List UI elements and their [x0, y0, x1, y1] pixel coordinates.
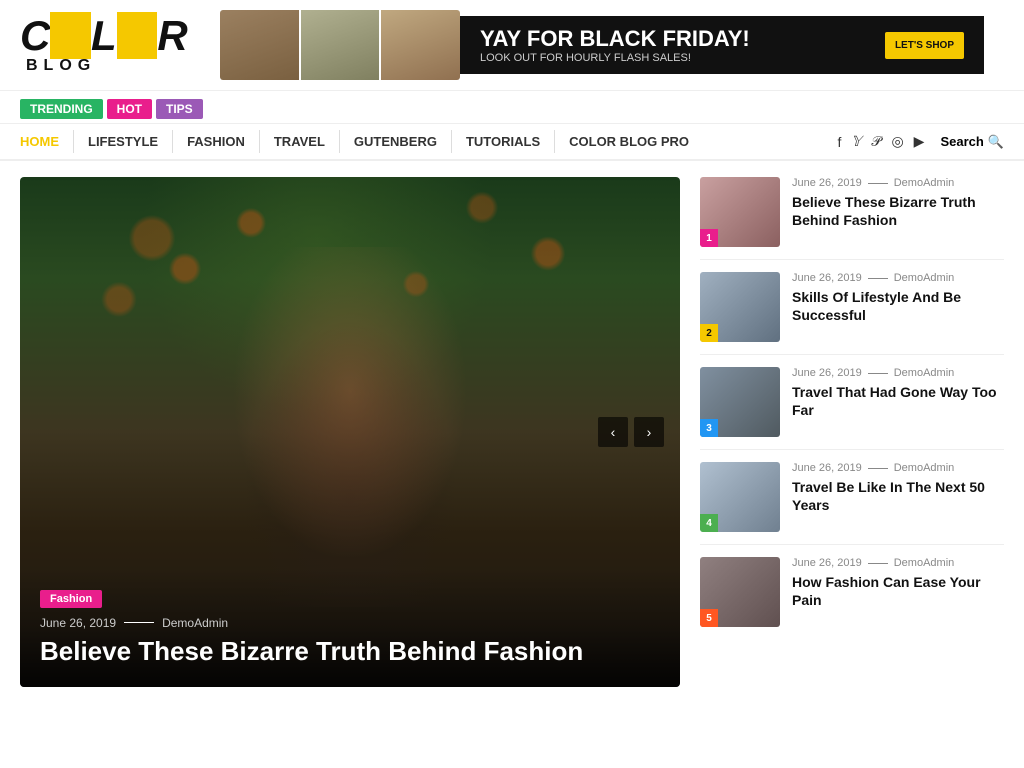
sidebar-title-5[interactable]: How Fashion Can Ease Your Pain [792, 573, 1004, 609]
nav-colorblogpro[interactable]: COLOR BLOG PRO [555, 130, 703, 153]
sidebar-author-1: DemoAdmin [894, 177, 955, 189]
sidebar-author-2: DemoAdmin [894, 272, 955, 284]
sidebar-meta-5: June 26, 2019 DemoAdmin [792, 557, 1004, 569]
sidebar-date-2: June 26, 2019 [792, 272, 862, 284]
banner-area: YAY FOR BLACK FRIDAY! LOOK OUT FOR HOURL… [220, 10, 984, 80]
nav-gutenberg[interactable]: GUTENBERG [340, 130, 452, 153]
sidebar: 1 June 26, 2019 DemoAdmin Believe These … [700, 177, 1004, 687]
tag-trending[interactable]: TRENDING [20, 99, 103, 119]
sidebar-meta-4: June 26, 2019 DemoAdmin [792, 462, 1004, 474]
nav-lifestyle[interactable]: LIFESTYLE [74, 130, 173, 153]
sidebar-date-4: June 26, 2019 [792, 462, 862, 474]
header: COLOR BLOG YAY FOR BLACK FRIDAY! LOOK OU… [0, 0, 1024, 91]
sidebar-item-2: 2 June 26, 2019 DemoAdmin Skills Of Life… [700, 272, 1004, 355]
hero-category[interactable]: Fashion [40, 590, 102, 608]
sidebar-author-4: DemoAdmin [894, 462, 955, 474]
nav-search[interactable]: Search 🔍 [940, 134, 1004, 150]
search-icon[interactable]: 🔍 [988, 134, 1004, 150]
banner-img-2 [301, 10, 380, 80]
sidebar-thumb-1: 1 [700, 177, 780, 247]
sidebar-line-2 [868, 278, 888, 279]
sidebar-info-5: June 26, 2019 DemoAdmin How Fashion Can … [792, 557, 1004, 609]
sidebar-info-2: June 26, 2019 DemoAdmin Skills Of Lifest… [792, 272, 1004, 324]
sidebar-date-5: June 26, 2019 [792, 557, 862, 569]
facebook-icon[interactable]: f [838, 134, 842, 150]
sidebar-item-1: 1 June 26, 2019 DemoAdmin Believe These … [700, 177, 1004, 260]
sidebar-title-2[interactable]: Skills Of Lifestyle And Be Successful [792, 288, 1004, 324]
hero-nav: ‹ › [598, 417, 664, 447]
sidebar-meta-2: June 26, 2019 DemoAdmin [792, 272, 1004, 284]
nav-fashion[interactable]: FASHION [173, 130, 260, 153]
content: ‹ › Fashion June 26, 2019 DemoAdmin Beli… [0, 161, 1024, 703]
sidebar-info-3: June 26, 2019 DemoAdmin Travel That Had … [792, 367, 1004, 419]
sidebar-meta-3: June 26, 2019 DemoAdmin [792, 367, 1004, 379]
sidebar-title-4[interactable]: Travel Be Like In The Next 50 Years [792, 478, 1004, 514]
banner-cta-button[interactable]: LET'S SHOP [885, 32, 964, 59]
banner-img-3 [381, 10, 460, 80]
sidebar-info-1: June 26, 2019 DemoAdmin Believe These Bi… [792, 177, 1004, 229]
tag-tips[interactable]: TIPS [156, 99, 203, 119]
logo-blog: BLOG [26, 57, 200, 75]
sidebar-number-2: 2 [700, 324, 718, 342]
instagram-icon[interactable]: ◎ [891, 133, 903, 150]
sidebar-item-5: 5 June 26, 2019 DemoAdmin How Fashion Ca… [700, 557, 1004, 639]
sidebar-thumb-2: 2 [700, 272, 780, 342]
sidebar-info-4: June 26, 2019 DemoAdmin Travel Be Like I… [792, 462, 1004, 514]
sidebar-author-5: DemoAdmin [894, 557, 955, 569]
hero-date: June 26, 2019 [40, 616, 116, 630]
logo-area: COLOR BLOG [20, 15, 200, 75]
sidebar-number-4: 4 [700, 514, 718, 532]
nav-home[interactable]: HOME [20, 130, 74, 153]
hero-prev-button[interactable]: ‹ [598, 417, 628, 447]
sidebar-line-3 [868, 373, 888, 374]
hero-title: Believe These Bizarre Truth Behind Fashi… [40, 636, 660, 667]
hero-author: DemoAdmin [162, 616, 228, 630]
sidebar-line-5 [868, 563, 888, 564]
banner-black: YAY FOR BLACK FRIDAY! LOOK OUT FOR HOURL… [460, 16, 984, 74]
hero-slider: ‹ › Fashion June 26, 2019 DemoAdmin Beli… [20, 177, 680, 687]
tag-hot[interactable]: HOT [107, 99, 152, 119]
nav-travel[interactable]: TRAVEL [260, 130, 340, 153]
sidebar-number-1: 1 [700, 229, 718, 247]
sidebar-item-4: 4 June 26, 2019 DemoAdmin Travel Be Like… [700, 462, 1004, 545]
banner-text: YAY FOR BLACK FRIDAY! LOOK OUT FOR HOURL… [480, 26, 750, 64]
logo-color[interactable]: COLOR [20, 15, 200, 57]
banner-headline: YAY FOR BLACK FRIDAY! [480, 26, 750, 52]
nav-tutorials[interactable]: TUTORIALS [452, 130, 555, 153]
sidebar-number-3: 3 [700, 419, 718, 437]
sidebar-date-3: June 26, 2019 [792, 367, 862, 379]
banner-images [220, 10, 460, 80]
sidebar-line-4 [868, 468, 888, 469]
sidebar-line-1 [868, 183, 888, 184]
sidebar-thumb-3: 3 [700, 367, 780, 437]
sidebar-thumb-5: 5 [700, 557, 780, 627]
pinterest-icon[interactable]: 𝒫 [871, 133, 881, 150]
twitter-icon[interactable]: 𝕐 [851, 133, 861, 150]
sidebar-date-1: June 26, 2019 [792, 177, 862, 189]
hero-meta: June 26, 2019 DemoAdmin [40, 616, 660, 630]
hero-overlay: Fashion June 26, 2019 DemoAdmin Believe … [20, 569, 680, 687]
nav-tags: TRENDING HOT TIPS [0, 91, 1024, 123]
banner-img-1 [220, 10, 299, 80]
banner-subtext: LOOK OUT FOR HOURLY FLASH SALES! [480, 52, 750, 64]
sidebar-thumb-4: 4 [700, 462, 780, 532]
sidebar-item-3: 3 June 26, 2019 DemoAdmin Travel That Ha… [700, 367, 1004, 450]
sidebar-title-1[interactable]: Believe These Bizarre Truth Behind Fashi… [792, 193, 1004, 229]
main-nav: HOME LIFESTYLE FASHION TRAVEL GUTENBERG … [0, 123, 1024, 161]
hero-meta-line [124, 622, 154, 623]
search-label: Search [940, 134, 983, 149]
sidebar-meta-1: June 26, 2019 DemoAdmin [792, 177, 1004, 189]
sidebar-author-3: DemoAdmin [894, 367, 955, 379]
hero-next-button[interactable]: › [634, 417, 664, 447]
sidebar-title-3[interactable]: Travel That Had Gone Way Too Far [792, 383, 1004, 419]
sidebar-number-5: 5 [700, 609, 718, 627]
youtube-icon[interactable]: ▶ [914, 133, 925, 150]
nav-social: f 𝕐 𝒫 ◎ ▶ [838, 133, 925, 150]
